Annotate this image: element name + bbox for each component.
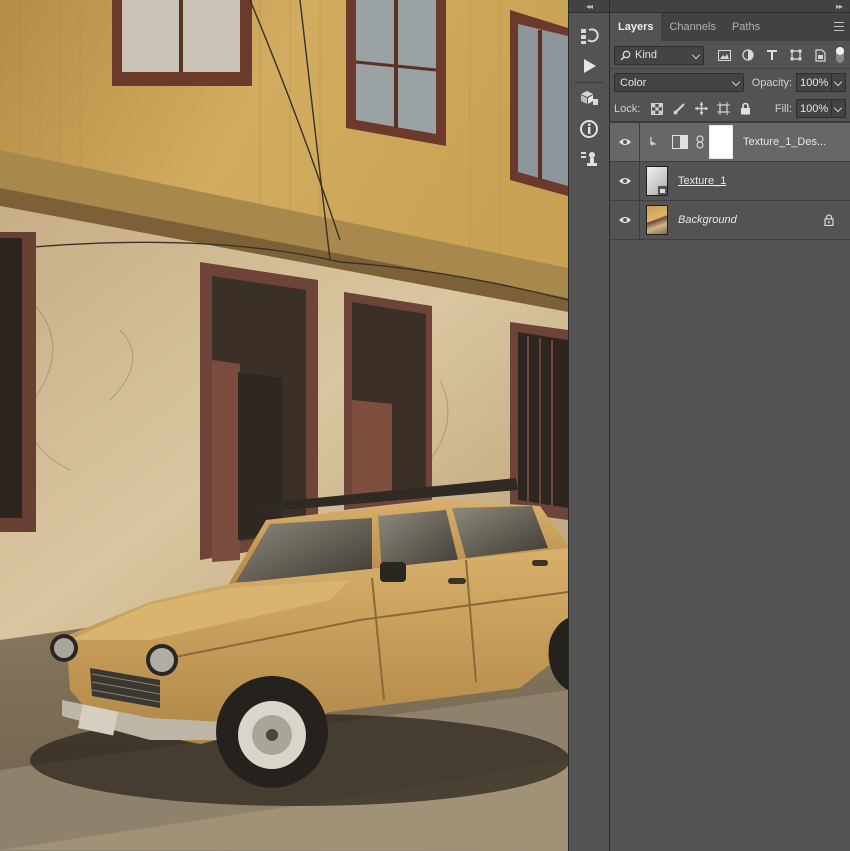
clone-source-icon[interactable] xyxy=(569,144,609,174)
opacity-label: Opacity: xyxy=(751,76,793,89)
adjustment-layer-icon xyxy=(672,135,688,149)
link-icon[interactable] xyxy=(696,135,704,149)
tab-channels[interactable]: Channels xyxy=(661,13,723,41)
chevron-down-icon xyxy=(691,50,701,59)
layer-row-background[interactable]: Background xyxy=(610,200,850,240)
blend-mode-dropdown[interactable]: Color xyxy=(614,73,744,92)
layer-name: Texture_1_Des... xyxy=(743,136,827,148)
upper-window-left xyxy=(112,0,252,86)
lock-label: Lock: xyxy=(614,102,641,115)
layer-row-texture-1[interactable]: Texture_1 xyxy=(610,161,850,201)
opacity-slider-toggle[interactable] xyxy=(832,73,846,92)
fill-slider-toggle[interactable] xyxy=(832,99,846,118)
lock-image-pixels-icon[interactable] xyxy=(668,102,690,115)
type-filter-icon[interactable] xyxy=(760,49,784,61)
actions-play-icon[interactable] xyxy=(569,51,609,81)
tab-layers[interactable]: Layers xyxy=(610,13,662,41)
layer-thumbnail xyxy=(646,166,668,196)
lock-position-icon[interactable] xyxy=(690,102,712,115)
lock-artboard-icon[interactable] xyxy=(712,102,734,115)
filter-kind-dropdown[interactable]: Kind xyxy=(614,45,704,65)
panel-menu-icon[interactable] xyxy=(834,22,844,31)
layer-thumbnail xyxy=(646,205,668,235)
eye-icon[interactable] xyxy=(610,161,640,201)
history-icon[interactable] xyxy=(569,21,609,51)
blend-mode-value: Color xyxy=(620,76,647,89)
upper-window-mid xyxy=(346,0,446,146)
window-right-bars xyxy=(510,322,568,520)
layer-row-texture-desaturate[interactable]: Texture_1_Des... xyxy=(610,122,850,162)
layers-panel: ▸▸ Layers Channels Paths Kind Color Opac… xyxy=(610,0,850,851)
upper-window-right xyxy=(510,10,568,196)
adjustment-filter-icon[interactable] xyxy=(736,49,760,61)
eye-icon[interactable] xyxy=(610,200,640,240)
panel-dock-strip: ◂◂ xyxy=(568,0,610,851)
filter-toggle[interactable] xyxy=(836,47,844,63)
layer-name: Texture_1 xyxy=(678,175,727,187)
smart-object-badge-icon xyxy=(658,186,667,195)
blend-row: Color Opacity: 100% xyxy=(610,69,850,96)
search-icon xyxy=(620,50,631,61)
layer-name: Background xyxy=(678,214,737,226)
3d-icon[interactable] xyxy=(569,84,609,114)
smart-object-filter-icon[interactable] xyxy=(808,48,832,62)
eye-icon[interactable] xyxy=(610,122,640,162)
opacity-input[interactable]: 100% xyxy=(796,73,833,92)
photo-image xyxy=(0,0,568,851)
lock-transparent-pixels-icon[interactable] xyxy=(646,102,668,115)
fill-label: Fill: xyxy=(774,102,792,115)
shape-filter-icon[interactable] xyxy=(784,49,808,61)
filter-kind-label: Kind xyxy=(635,49,658,61)
clipping-arrow-icon xyxy=(650,137,660,147)
collapse-arrows-icon[interactable]: ▸▸ xyxy=(610,0,850,13)
divider xyxy=(575,82,603,83)
lock-all-icon[interactable] xyxy=(734,102,756,115)
fill-input[interactable]: 100% xyxy=(796,99,832,118)
chevron-down-icon xyxy=(731,77,740,87)
lock-icon xyxy=(824,214,834,229)
info-icon[interactable] xyxy=(569,114,609,144)
panel-tabs: Layers Channels Paths xyxy=(610,13,850,42)
door-right xyxy=(344,292,432,510)
lock-row: Lock: Fill: 100% xyxy=(610,96,850,122)
collapse-arrows-icon[interactable]: ◂◂ xyxy=(569,0,609,13)
layers-list: Texture_1_Des... Texture_1 Background xyxy=(610,122,850,240)
tab-paths[interactable]: Paths xyxy=(724,13,768,41)
layer-filter-row: Kind xyxy=(610,42,850,69)
image-filter-icon[interactable] xyxy=(712,49,736,61)
document-canvas[interactable] xyxy=(0,0,568,851)
layer-mask-thumbnail[interactable] xyxy=(709,125,733,159)
